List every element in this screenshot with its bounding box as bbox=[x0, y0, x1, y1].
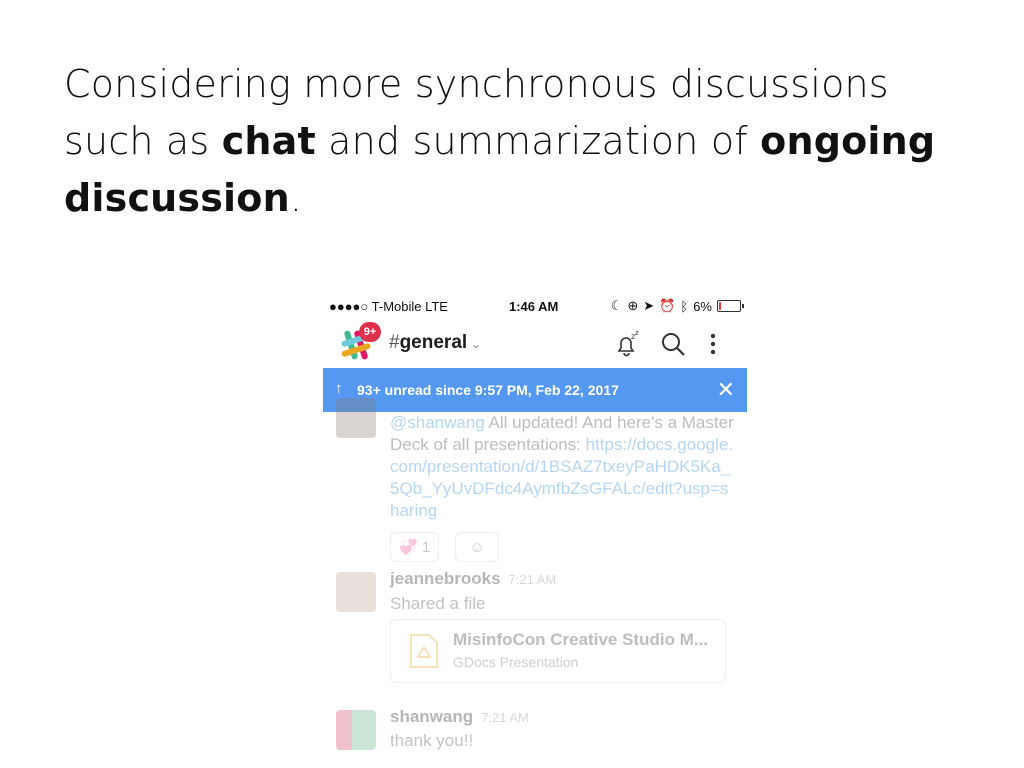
alarm-icon: ⏰ bbox=[659, 298, 676, 313]
hearts-emoji-icon: 💞 bbox=[399, 539, 418, 556]
avatar[interactable] bbox=[336, 710, 376, 750]
channel-hash: # bbox=[389, 332, 400, 353]
unread-badge: 9+ bbox=[359, 322, 381, 342]
reaction-pill[interactable]: 💞 1 bbox=[390, 532, 440, 562]
snooze-bell-icon[interactable]: z z bbox=[613, 330, 641, 358]
message-text: thank you!! bbox=[390, 731, 474, 750]
unread-banner[interactable]: ↑ 93+ unread since 9:57 PM, Feb 22, 2017… bbox=[323, 368, 747, 412]
file-type: GDocs Presentation bbox=[453, 654, 579, 670]
file-attachment[interactable]: MisinfoCon Creative Studio M... GDocs Pr… bbox=[390, 619, 726, 683]
location-icon: ➤ bbox=[643, 298, 655, 313]
message-time: 7:21 AM bbox=[508, 572, 557, 587]
status-time: 1:46 AM bbox=[509, 299, 559, 314]
reaction-count: 1 bbox=[421, 539, 431, 556]
message-time: 7:21 AM bbox=[481, 710, 529, 725]
add-reaction-button[interactable]: ☺ bbox=[455, 532, 499, 562]
battery-percent: 6% bbox=[693, 298, 712, 314]
svg-text:z: z bbox=[635, 330, 639, 337]
carrier-signal: ●●●●○ T-Mobile LTE bbox=[329, 299, 448, 314]
unread-banner-text: 93+ unread since 9:57 PM, Feb 22, 2017 bbox=[357, 382, 619, 398]
channel-name: general bbox=[399, 332, 468, 353]
headline-line-2: such as chat and summarization of ongoin… bbox=[64, 119, 936, 163]
user-mention[interactable]: @shanwang bbox=[390, 413, 485, 432]
moon-icon: ☾ bbox=[610, 298, 623, 313]
more-icon[interactable] bbox=[699, 330, 727, 358]
bluetooth-icon: ᛒ bbox=[680, 298, 689, 314]
status-bar: ●●●●○ T-Mobile LTE 1:46 AM ☾ ⊕ ➤ ⏰ ᛒ 6% bbox=[323, 292, 747, 322]
rotation-lock-icon: ⊕ bbox=[627, 298, 639, 313]
message-author[interactable]: jeannebrooks 7:21 AM bbox=[390, 569, 556, 589]
close-icon[interactable]: ✕ bbox=[717, 377, 735, 403]
battery-icon bbox=[717, 300, 744, 312]
avatar[interactable] bbox=[336, 398, 376, 438]
message-text: Shared a file bbox=[390, 594, 486, 613]
message-text: @shanwang All updated! And here's a Mast… bbox=[390, 413, 734, 520]
search-icon[interactable] bbox=[659, 330, 687, 358]
status-icons: ☾ ⊕ ➤ ⏰ ᛒ 6% bbox=[610, 298, 744, 314]
file-title: MisinfoCon Creative Studio M... bbox=[453, 630, 709, 649]
channel-title[interactable]: #general ⌄ bbox=[389, 332, 481, 354]
message-author[interactable]: shanwang 7:21 AM bbox=[390, 707, 529, 727]
channel-header: 9+ #general ⌄ z z bbox=[323, 322, 747, 368]
add-emoji-icon: ☺ bbox=[469, 539, 485, 556]
headline-line-1: Considering more synchronous discussions bbox=[64, 62, 889, 106]
slide-headline: Considering more synchronous discussions… bbox=[64, 56, 964, 227]
google-slides-icon bbox=[410, 634, 438, 668]
avatar[interactable] bbox=[336, 572, 376, 612]
arrow-up-icon: ↑ bbox=[335, 380, 343, 397]
chevron-down-icon: ⌄ bbox=[471, 337, 482, 351]
headline-line-3: discussion. bbox=[64, 176, 303, 220]
phone-screenshot: ●●●●○ T-Mobile LTE 1:46 AM ☾ ⊕ ➤ ⏰ ᛒ 6% … bbox=[323, 292, 747, 768]
